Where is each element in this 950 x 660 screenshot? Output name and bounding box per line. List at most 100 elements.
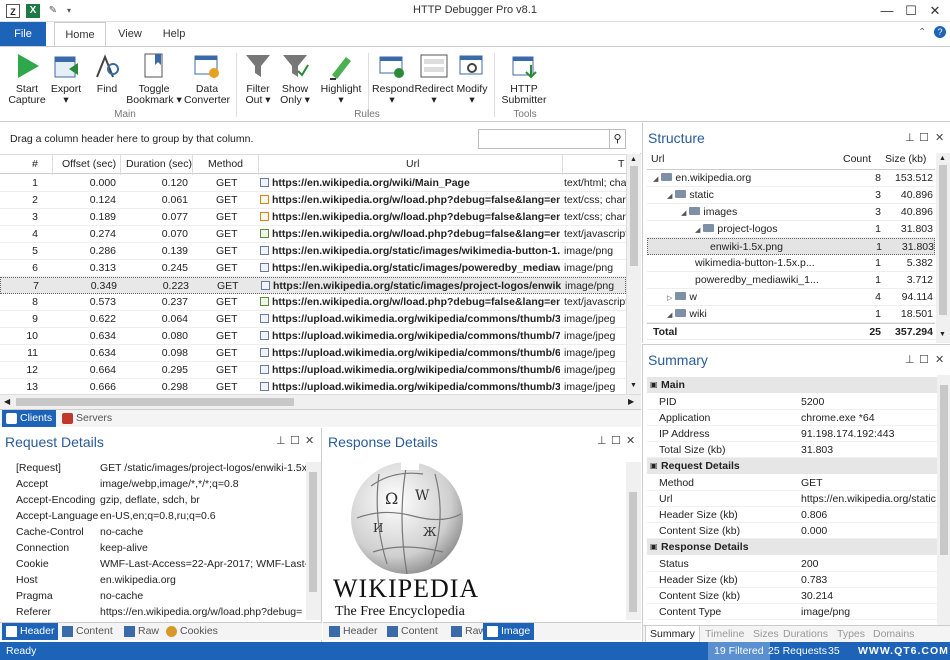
tab-domains[interactable]: Domains [873, 628, 914, 640]
collapse-icon[interactable]: ▣ [650, 377, 658, 393]
grid-vertical-scrollbar[interactable]: ▲ ▼ [626, 154, 641, 394]
summary-property-row[interactable]: Total Size (kb) 31.803 [647, 442, 937, 458]
scroll-thumb[interactable] [939, 165, 947, 315]
column-divider[interactable] [120, 155, 121, 175]
collapse-icon[interactable]: ◢ [667, 193, 672, 200]
summary-property-row[interactable]: Content Size (kb) 30.214 [647, 588, 937, 604]
collapse-icon[interactable]: ◢ [653, 176, 658, 183]
table-row[interactable]: 2 0.124 0.061 GET https://en.wikipedia.org/w… [0, 192, 626, 209]
structure-col-url[interactable]: Url [651, 153, 664, 165]
request-header-row[interactable]: Cache-Control no-cache [14, 524, 306, 540]
table-row[interactable]: 8 0.573 0.237 GET https://en.wikipedia.org/w… [0, 294, 626, 311]
col-header-number[interactable]: # [32, 158, 38, 170]
summary-group-header[interactable]: ▣ Response Details [647, 539, 937, 555]
summary-property-row[interactable]: Header Size (kb) 0.806 [647, 507, 937, 523]
grid-horizontal-scrollbar[interactable]: ◀ ▶ [0, 394, 641, 409]
maximize-icon[interactable]: ☐ [900, 2, 922, 20]
scroll-down-icon[interactable]: ▼ [630, 382, 637, 389]
expand-icon[interactable]: ▷ [667, 295, 672, 302]
collapse-icon[interactable]: ◢ [681, 210, 686, 217]
tab-view[interactable]: View [110, 22, 150, 46]
table-row[interactable]: 10 0.634 0.080 GET https://upload.wikimedia.… [0, 328, 626, 345]
tab-request-cookies[interactable]: Cookies [162, 623, 222, 640]
summary-property-row[interactable]: Status 200 [647, 556, 937, 572]
response-scrollbar[interactable] [626, 462, 641, 620]
pin-icon[interactable]: ⊥ [276, 434, 286, 447]
structure-col-size[interactable]: Size (kb) [885, 153, 926, 165]
http-submitter-button[interactable]: HTTP Submitter [498, 51, 550, 106]
tab-clients[interactable]: Clients [2, 410, 57, 427]
table-row[interactable]: 6 0.313 0.245 GET https://en.wikipedia.org/s… [0, 260, 626, 277]
search-icon[interactable]: ⚲ [610, 129, 626, 149]
scroll-left-icon[interactable]: ◀ [4, 397, 10, 406]
structure-total-row[interactable]: Total 25 357.294 [647, 323, 935, 340]
summary-property-row[interactable]: IP Address 91.198.174.192:443 [647, 426, 937, 442]
table-row[interactable]: 4 0.274 0.070 GET https://en.wikipedia.org/w… [0, 226, 626, 243]
scroll-thumb[interactable] [309, 472, 317, 592]
request-header-row[interactable]: Host en.wikipedia.org [14, 572, 306, 588]
data-converter-button[interactable]: Data Converter [182, 51, 232, 106]
scroll-up-icon[interactable]: ▲ [630, 156, 637, 163]
minimize-icon[interactable]: — [876, 2, 898, 20]
column-divider[interactable] [52, 155, 53, 175]
request-scrollbar[interactable] [306, 462, 321, 620]
pin-icon[interactable]: ⊥ [597, 434, 607, 447]
tab-file[interactable]: File [0, 22, 46, 46]
scroll-right-icon[interactable]: ▶ [628, 397, 634, 406]
scroll-thumb[interactable] [16, 398, 294, 406]
summary-property-row[interactable]: Url https://en.wikipedia.org/static [647, 491, 937, 507]
summary-property-row[interactable]: PID 5200 [647, 394, 937, 410]
tree-item[interactable]: poweredby_mediawiki_1... 1 3.712 [647, 272, 935, 289]
float-icon[interactable]: ☐ [290, 434, 300, 447]
summary-property-row[interactable]: Method GET [647, 475, 937, 491]
tab-request-header[interactable]: Header [2, 623, 59, 640]
modify-button[interactable]: Modify ▾ [454, 51, 490, 106]
pin-icon[interactable]: ⊥ [905, 353, 915, 366]
request-header-row[interactable]: Cookie WMF-Last-Access=22-Apr-2017; WMF-L… [14, 556, 306, 572]
tree-item[interactable]: ▷ w 4 94.114 [647, 289, 935, 306]
table-row[interactable]: 9 0.622 0.064 GET https://upload.wikimedia.o… [0, 311, 626, 328]
request-header-row[interactable]: Accept image/webp,image/*,*/*;q=0.8 [14, 476, 306, 492]
redirect-button[interactable]: Redirect ▾ [414, 51, 454, 106]
col-header-type[interactable]: T [618, 158, 624, 170]
tab-request-content[interactable]: Content [58, 623, 117, 640]
summary-group-header[interactable]: ▣ Main [647, 377, 937, 393]
table-row[interactable]: 11 0.634 0.098 GET https://upload.wikimedia.… [0, 345, 626, 362]
tree-item[interactable]: ◢ project-logos 1 31.803 [647, 221, 935, 238]
status-filtered[interactable]: 19 Filtered [708, 642, 770, 660]
tree-item[interactable]: ◢ images 3 40.896 [647, 204, 935, 221]
show-only-button[interactable]: Show Only ▾ [276, 51, 314, 106]
tab-types[interactable]: Types [837, 628, 865, 640]
scroll-down-icon[interactable]: ▼ [939, 331, 946, 338]
scroll-thumb[interactable] [940, 385, 948, 555]
close-panel-icon[interactable]: ✕ [626, 434, 635, 447]
summary-property-row[interactable]: Header Size (kb) 0.783 [647, 572, 937, 588]
tab-timeline[interactable]: Timeline [705, 628, 744, 640]
collapse-icon[interactable]: ◢ [695, 227, 700, 234]
request-header-row[interactable]: Connection keep-alive [14, 540, 306, 556]
request-header-row[interactable]: [Request] GET /static/images/project-logo… [14, 460, 306, 476]
tree-item[interactable]: enwiki-1.5x.png 1 31.803 [647, 238, 935, 255]
summary-property-row[interactable]: Content Type image/png [647, 604, 937, 620]
col-header-method[interactable]: Method [208, 158, 243, 170]
request-header-row[interactable]: Referer https://en.wikipedia.org/w/load.p… [14, 604, 306, 620]
column-divider[interactable] [258, 155, 259, 175]
scroll-thumb[interactable] [629, 492, 637, 612]
col-header-offset[interactable]: Offset (sec) [62, 158, 116, 170]
filter-out-button[interactable]: Filter Out ▾ [240, 51, 276, 106]
respond-button[interactable]: Respond ▾ [372, 51, 414, 106]
request-header-row[interactable]: Accept-Encoding gzip, deflate, sdch, br [14, 492, 306, 508]
tab-response-header[interactable]: Header [325, 623, 381, 640]
close-panel-icon[interactable]: ✕ [935, 353, 944, 366]
collapse-icon[interactable]: ▣ [650, 458, 658, 474]
structure-scrollbar[interactable]: ▲ ▼ [936, 153, 950, 343]
find-button[interactable]: Find [90, 51, 124, 95]
request-header-row[interactable]: Pragma no-cache [14, 588, 306, 604]
tab-response-image[interactable]: Image [483, 623, 535, 640]
start-capture-button[interactable]: Start Capture [4, 51, 50, 106]
pin-icon[interactable]: ⊥ [905, 131, 915, 144]
scroll-up-icon[interactable]: ▲ [939, 155, 946, 162]
tab-sizes[interactable]: Sizes [753, 628, 779, 640]
table-row[interactable]: 12 0.664 0.295 GET https://upload.wikimedia.… [0, 362, 626, 379]
col-header-duration[interactable]: Duration (sec) [126, 158, 192, 170]
